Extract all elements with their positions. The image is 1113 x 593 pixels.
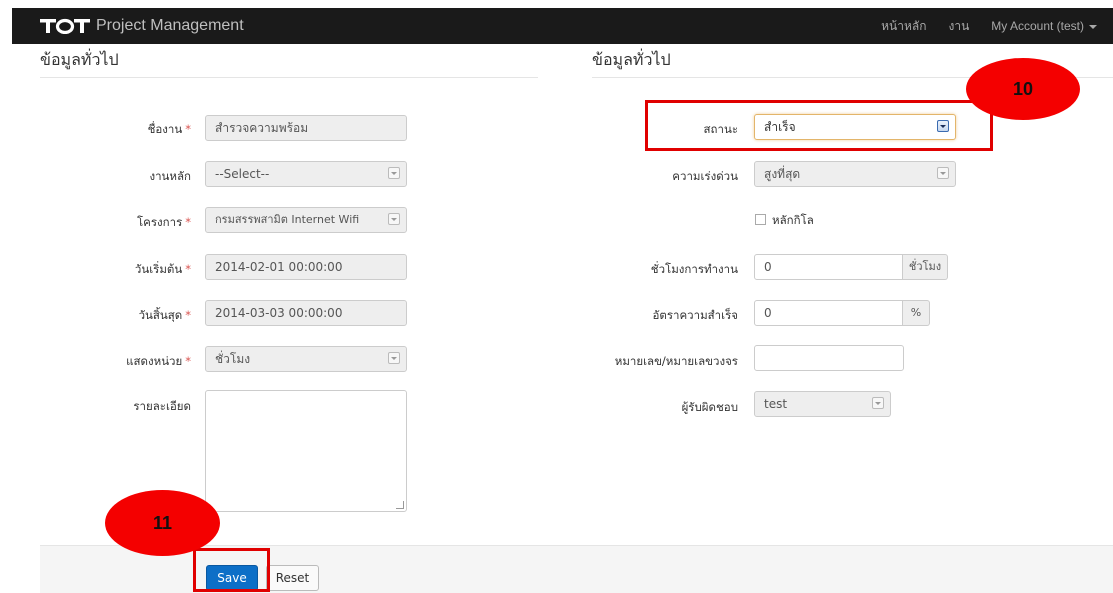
app-title: Project Management: [96, 17, 244, 34]
priority-label: ความเร่งด่วน: [672, 169, 738, 183]
dropdown-arrow-icon: [872, 397, 884, 409]
success-rate-label: อัตราความสำเร็จ: [652, 308, 738, 322]
end-date-label: วันสิ้นสุด *: [138, 308, 191, 322]
circuit-number-label: หมายเลข/หมายเลขวงจร: [614, 354, 738, 368]
main-job-select[interactable]: --Select--: [205, 161, 407, 187]
circuit-number-input[interactable]: [754, 345, 904, 371]
status-highlight-box: [645, 100, 993, 151]
dropdown-arrow-icon: [388, 213, 400, 225]
work-hours-label: ชั่วโมงการทำงาน: [650, 262, 738, 276]
callout-11: 11: [105, 490, 220, 556]
save-highlight-box: [193, 548, 270, 592]
brand[interactable]: Project Management: [40, 13, 244, 39]
left-divider: [40, 77, 538, 78]
assignee-label: ผู้รับผิดชอบ: [681, 400, 738, 414]
right-section-title: ข้อมูลทั่วไป: [592, 50, 671, 69]
resize-handle-icon[interactable]: [396, 501, 404, 509]
success-rate-input[interactable]: 0: [754, 300, 903, 326]
start-date-label: วันเริ่มต้น *: [134, 262, 191, 276]
reset-button[interactable]: Reset: [266, 565, 319, 591]
callout-10: 10: [966, 58, 1080, 120]
job-name-label: ชื่องาน *: [147, 122, 191, 136]
kilometer-checkbox[interactable]: [755, 214, 766, 225]
nav-jobs-link[interactable]: งาน: [948, 17, 969, 36]
nav-home-link[interactable]: หน้าหลัก: [881, 17, 926, 36]
left-section-title: ข้อมูลทั่วไป: [40, 50, 119, 69]
priority-select[interactable]: สูงที่สุด: [754, 161, 956, 187]
end-date-input[interactable]: 2014-03-03 00:00:00: [205, 300, 407, 326]
dropdown-arrow-icon: [388, 352, 400, 364]
kilometer-label: หลักกิโล: [772, 213, 814, 227]
account-menu[interactable]: My Account (test): [991, 19, 1097, 33]
main-job-label: งานหลัก: [149, 169, 191, 183]
project-label: โครงการ *: [136, 215, 191, 229]
display-unit-label: แสดงหน่วย *: [126, 354, 191, 368]
caret-down-icon: [1089, 24, 1097, 29]
display-unit-select[interactable]: ชั่วโมง: [205, 346, 407, 372]
top-navbar: Project Management หน้าหลัก งาน My Accou…: [12, 8, 1113, 44]
dropdown-arrow-icon: [937, 167, 949, 179]
work-hours-unit: ชั่วโมง: [903, 254, 948, 280]
dropdown-arrow-icon: [388, 167, 400, 179]
account-menu-label: My Account (test): [991, 19, 1084, 33]
job-name-input[interactable]: สำรวจความพร้อม: [205, 115, 407, 141]
success-rate-unit: %: [903, 300, 930, 326]
project-select[interactable]: กรมสรรพสามิต Internet Wifi: [205, 207, 407, 233]
tot-logo: [40, 18, 90, 34]
work-hours-input[interactable]: 0: [754, 254, 903, 280]
details-textarea[interactable]: [205, 390, 407, 512]
start-date-input[interactable]: 2014-02-01 00:00:00: [205, 254, 407, 280]
details-label: รายละเอียด: [133, 399, 191, 413]
assignee-select[interactable]: test: [754, 391, 891, 417]
